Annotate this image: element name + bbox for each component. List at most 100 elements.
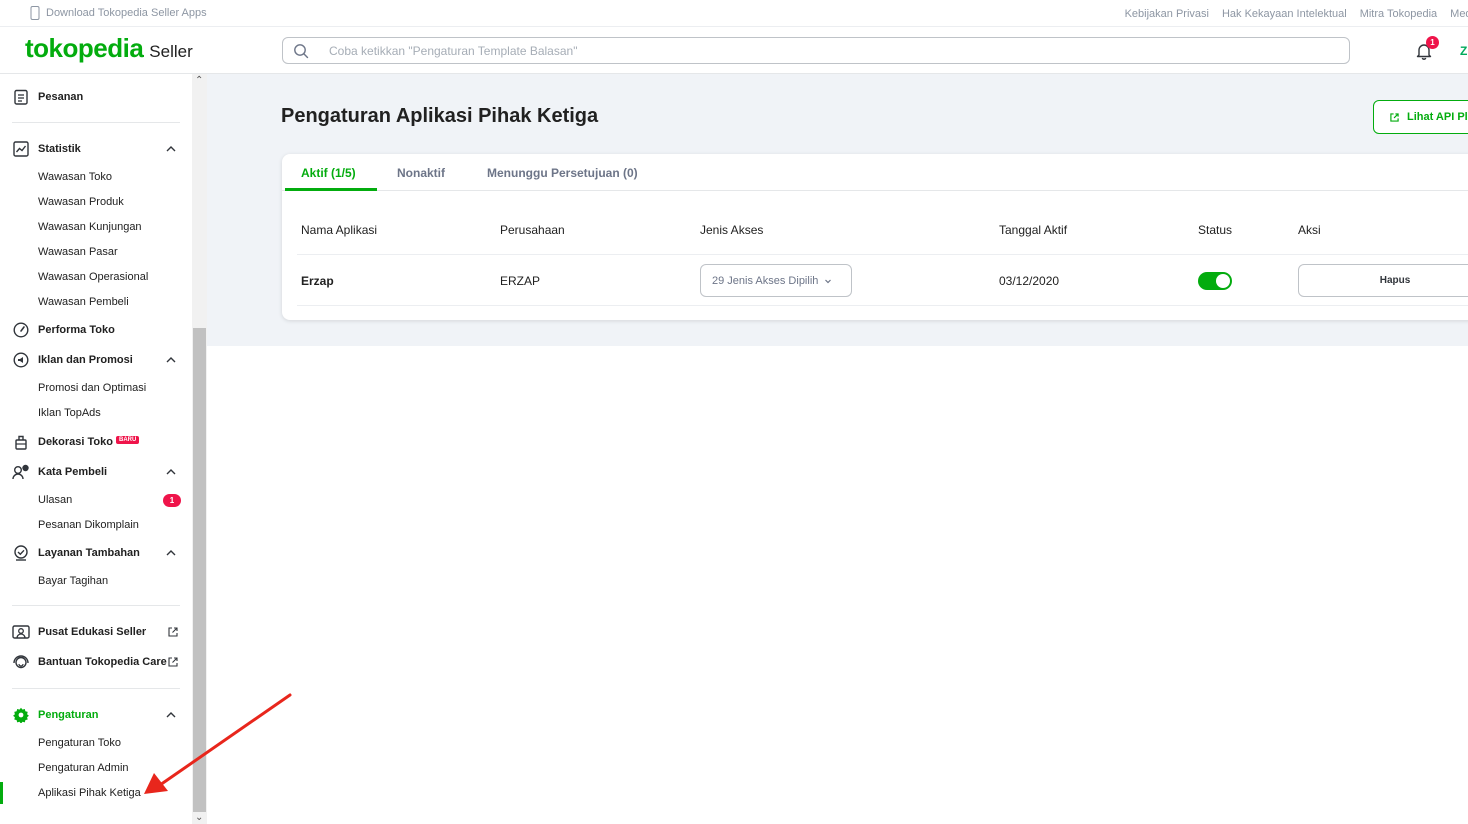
view-api-label: Lihat API Pla (1407, 111, 1468, 123)
link-hak-kekayaan[interactable]: Hak Kekayaan Intelektual (1222, 8, 1347, 20)
sidebar-item-performa[interactable]: Performa Toko (0, 320, 192, 340)
gauge-icon (12, 321, 30, 339)
notification-button[interactable]: 1 (1414, 36, 1439, 61)
sidebar-sub-wawasan-pembeli[interactable]: Wawasan Pembeli (38, 296, 129, 308)
chevron-down-icon (825, 279, 832, 283)
active-tab-underline (285, 188, 377, 191)
cell-app-name: Erzap (301, 274, 334, 288)
delete-button[interactable]: Hapus (1298, 264, 1468, 297)
col-jenis-akses: Jenis Akses (700, 223, 764, 237)
sidebar-sub-ulasan[interactable]: Ulasan (38, 494, 72, 506)
sidebar-item-statistik[interactable]: Statistik (0, 139, 192, 159)
row-divider (297, 254, 1468, 255)
col-perusahaan: Perusahaan (500, 223, 565, 237)
sidebar-label-edukasi: Pusat Edukasi Seller (38, 626, 147, 638)
gear-icon (12, 706, 30, 724)
sidebar-label-pengaturan: Pengaturan (38, 709, 99, 721)
search-bar[interactable] (282, 37, 1350, 64)
sidebar-divider (12, 688, 180, 689)
order-icon (12, 88, 30, 106)
col-tanggal-aktif: Tanggal Aktif (999, 223, 1068, 237)
top-strip: Download Tokopedia Seller Apps Kebijakan… (0, 0, 1468, 27)
link-media[interactable]: Medi (1450, 8, 1468, 20)
sidebar-sub-promosi[interactable]: Promosi dan Optimasi (38, 382, 146, 394)
chevron-up-icon[interactable] (165, 143, 177, 155)
sidebar-sub-wawasan-produk[interactable]: Wawasan Produk (38, 196, 124, 208)
apps-card: Aktif (1/5) Nonaktif Menunggu Persetujua… (282, 154, 1468, 320)
sidebar-sub-pengaturan-admin[interactable]: Pengaturan Admin (38, 762, 129, 774)
phone-icon (30, 6, 40, 20)
sidebar-divider (12, 605, 180, 606)
sidebar-sub-topads[interactable]: Iklan TopAds (38, 407, 101, 419)
sidebar-label-pesanan: Pesanan (38, 91, 84, 103)
sidebar-divider (12, 122, 180, 123)
sidebar-label-iklan: Iklan dan Promosi (38, 354, 133, 366)
external-link-icon (168, 627, 178, 637)
download-app-link[interactable]: Download Tokopedia Seller Apps (30, 6, 207, 20)
sidebar-label-kata-pembeli: Kata Pembeli (38, 466, 108, 478)
tab-nonaktif[interactable]: Nonaktif (397, 166, 445, 180)
brush-icon (12, 433, 30, 451)
megaphone-icon (12, 351, 30, 369)
col-nama-aplikasi: Nama Aplikasi (301, 223, 378, 237)
sidebar-label-performa: Performa Toko (38, 324, 115, 336)
access-dropdown[interactable]: 29 Jenis Akses Dipilih (700, 264, 852, 297)
tab-bar: Aktif (1/5) Nonaktif Menunggu Persetujua… (282, 154, 1468, 191)
col-status: Status (1198, 223, 1233, 237)
cell-date: 03/12/2020 (999, 274, 1060, 288)
tab-menunggu[interactable]: Menunggu Persetujuan (0) (487, 166, 638, 180)
view-api-button[interactable]: Lihat API Pla (1373, 100, 1468, 134)
sidebar-item-pesanan[interactable]: Pesanan (0, 87, 192, 107)
logo-suffix: Seller (149, 42, 193, 61)
cell-company: ERZAP (500, 274, 541, 288)
ulasan-badge: 1 (163, 494, 181, 507)
search-input[interactable] (329, 43, 1229, 58)
header: tokopedia Seller 1 Z (0, 27, 1468, 74)
chevron-up-icon[interactable] (165, 547, 177, 559)
sidebar-sub-pesanan-dikomplain[interactable]: Pesanan Dikomplain (38, 519, 139, 531)
sidebar-label-bantuan: Bantuan Tokopedia Care (38, 656, 167, 668)
sidebar-item-dekorasi[interactable]: Dekorasi Toko BARU (0, 432, 192, 452)
sidebar-label-statistik: Statistik (38, 143, 81, 155)
sidebar-sub-wawasan-pasar[interactable]: Wawasan Pasar (38, 246, 118, 258)
link-kebijakan-privasi[interactable]: Kebijakan Privasi (1125, 8, 1209, 20)
avatar[interactable]: Z (1460, 44, 1467, 58)
sidebar-label-dekorasi: Dekorasi Toko (38, 436, 113, 448)
external-link-icon (168, 657, 178, 667)
sidebar-item-edukasi[interactable]: Pusat Edukasi Seller (0, 622, 192, 642)
scroll-down-arrow[interactable]: ⌄ (195, 812, 203, 823)
education-icon (12, 623, 30, 641)
sidebar-item-iklan[interactable]: Iklan dan Promosi (0, 350, 192, 370)
sidebar-sub-wawasan-operasional[interactable]: Wawasan Operasional (38, 271, 148, 283)
sidebar-item-kata-pembeli[interactable]: Kata Pembeli (0, 462, 192, 482)
logo[interactable]: tokopedia Seller (25, 33, 193, 64)
download-label: Download Tokopedia Seller Apps (46, 7, 207, 19)
scroll-up-arrow[interactable]: ⌃ (195, 75, 203, 86)
sidebar-item-layanan[interactable]: Layanan Tambahan (0, 543, 192, 563)
user-chat-icon (12, 463, 30, 481)
chevron-up-icon[interactable] (165, 466, 177, 478)
link-mitra-tokopedia[interactable]: Mitra Tokopedia (1360, 8, 1437, 20)
chart-icon (12, 140, 30, 158)
toggle-knob (1216, 274, 1230, 288)
service-icon (12, 544, 30, 562)
chevron-up-icon[interactable] (165, 354, 177, 366)
sidebar-sub-pengaturan-toko[interactable]: Pengaturan Toko (38, 737, 121, 749)
status-toggle[interactable] (1198, 272, 1232, 290)
logo-brand: tokopedia (25, 33, 144, 63)
tab-aktif[interactable]: Aktif (1/5) (301, 166, 356, 180)
search-icon (294, 43, 309, 58)
new-badge: BARU (116, 436, 140, 444)
sidebar-sub-wawasan-kunjungan[interactable]: Wawasan Kunjungan (38, 221, 142, 233)
headset-icon (12, 653, 30, 671)
sidebar-sub-bayar-tagihan[interactable]: Bayar Tagihan (38, 575, 108, 587)
row-divider (297, 305, 1468, 306)
page-title: Pengaturan Aplikasi Pihak Ketiga (281, 105, 599, 127)
sidebar-sub-wawasan-toko[interactable]: Wawasan Toko (38, 171, 112, 183)
access-dropdown-label: 29 Jenis Akses Dipilih (712, 274, 819, 287)
sidebar-sub-aplikasi-pihak-ketiga[interactable]: Aplikasi Pihak Ketiga (38, 787, 141, 799)
sidebar-item-bantuan[interactable]: Bantuan Tokopedia Care (0, 652, 192, 672)
top-links: Kebijakan Privasi Hak Kekayaan Intelektu… (1125, 8, 1468, 20)
col-aksi: Aksi (1298, 223, 1321, 237)
annotation-arrow-icon (144, 693, 292, 794)
